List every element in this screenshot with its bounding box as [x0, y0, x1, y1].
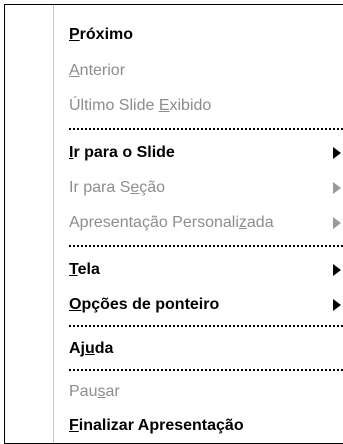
submenu-arrow-icon: [333, 217, 341, 229]
menu-item-label: Ir para o Slide: [69, 144, 175, 161]
menu-item-previous[interactable]: Anterior: [69, 56, 343, 86]
menu-item-label: Anterior: [69, 62, 126, 79]
menu-item-pause[interactable]: Pausar: [69, 377, 343, 407]
menu-item-last-viewed[interactable]: Último Slide Exibido: [69, 91, 343, 121]
menu-item-go-to-section[interactable]: Ir para Seção: [69, 173, 343, 203]
slideshow-context-menu: Próximo Anterior Último Slide Exibido Ir…: [4, 4, 343, 444]
menu-item-next[interactable]: Próximo: [69, 20, 343, 50]
menu-item-label: Pausar: [69, 383, 120, 400]
menu-item-label: Ir para Seção: [69, 179, 166, 196]
menu-item-help[interactable]: Ajuda: [69, 334, 343, 364]
menu-item-pointer-options[interactable]: Opções de ponteiro: [69, 290, 343, 320]
menu-item-screen[interactable]: Tela: [69, 255, 343, 285]
submenu-arrow-icon: [333, 147, 341, 159]
submenu-arrow-icon: [333, 299, 341, 311]
menu-separator: [69, 128, 343, 130]
menu-item-go-to-slide[interactable]: Ir para o Slide: [69, 138, 343, 168]
submenu-arrow-icon: [333, 182, 341, 194]
menu-item-label: Opções de ponteiro: [69, 296, 220, 313]
menu-item-label: Último Slide Exibido: [69, 97, 212, 114]
menu-item-label: Ajuda: [69, 340, 114, 357]
menu-item-label: Próximo: [69, 26, 134, 43]
submenu-arrow-icon: [333, 264, 341, 276]
menu-separator: [69, 325, 343, 327]
menu-item-label: Apresentação Personalizada: [69, 214, 274, 231]
menu-item-custom-show[interactable]: Apresentação Personalizada: [69, 208, 343, 238]
menu-separator: [69, 369, 343, 371]
menu-item-label: Tela: [69, 261, 100, 278]
menu-item-label: Finalizar Apresentação: [69, 417, 244, 434]
menu-gutter-divider: [53, 5, 54, 443]
menu-separator: [69, 245, 343, 247]
